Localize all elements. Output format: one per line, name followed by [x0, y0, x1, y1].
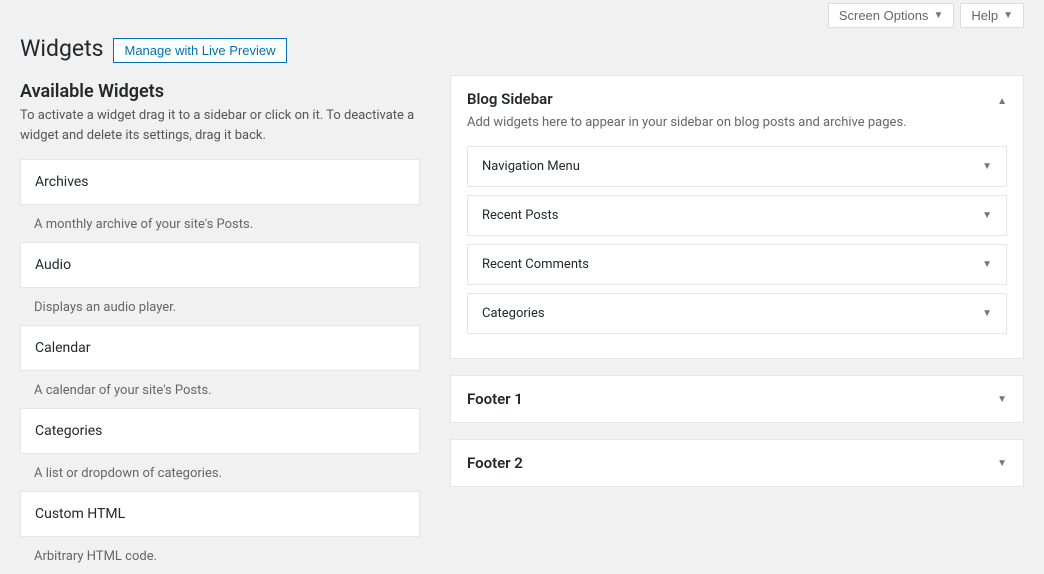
chevron-down-icon: ▼ — [982, 161, 992, 172]
help-label: Help — [971, 8, 998, 23]
available-widget-categories[interactable]: Categories — [20, 408, 420, 454]
chevron-down-icon: ▼ — [933, 10, 943, 21]
help-button[interactable]: Help ▼ — [960, 3, 1024, 28]
placed-widget-label: Recent Comments — [482, 257, 589, 272]
available-widget-audio[interactable]: Audio — [20, 242, 420, 288]
chevron-down-icon: ▼ — [997, 458, 1007, 469]
chevron-down-icon: ▼ — [982, 210, 992, 221]
widget-area-title: Blog Sidebar — [467, 90, 553, 108]
chevron-up-icon: ▲ — [997, 96, 1007, 107]
widget-name: Audio — [35, 257, 71, 273]
widget-name: Calendar — [35, 340, 91, 356]
screen-options-label: Screen Options — [839, 8, 929, 23]
placed-widget-label: Categories — [482, 306, 545, 321]
widget-areas-column: Blog Sidebar ▲ Add widgets here to appea… — [450, 75, 1024, 574]
widget-area-title: Footer 2 — [467, 454, 523, 472]
available-widgets-title: Available Widgets — [20, 81, 420, 102]
manage-live-preview-button[interactable]: Manage with Live Preview — [113, 38, 286, 63]
available-widget-calendar[interactable]: Calendar — [20, 325, 420, 371]
chevron-down-icon: ▼ — [997, 394, 1007, 405]
page-header: Widgets Manage with Live Preview — [20, 34, 1024, 63]
widget-area-header[interactable]: Blog Sidebar ▲ — [467, 88, 1007, 114]
widget-area-footer-1[interactable]: Footer 1 ▼ — [450, 375, 1024, 423]
placed-widget-recent-posts[interactable]: Recent Posts ▼ — [467, 195, 1007, 236]
screen-options-button[interactable]: Screen Options ▼ — [828, 3, 955, 28]
widget-desc: A calendar of your site's Posts. — [20, 371, 420, 408]
available-widget-custom-html[interactable]: Custom HTML — [20, 491, 420, 537]
placed-widget-navigation-menu[interactable]: Navigation Menu ▼ — [467, 146, 1007, 187]
widget-name: Custom HTML — [35, 506, 125, 522]
widget-area-title: Footer 1 — [467, 390, 523, 408]
widget-area-blog-sidebar: Blog Sidebar ▲ Add widgets here to appea… — [450, 75, 1024, 359]
widget-area-desc: Add widgets here to appear in your sideb… — [467, 114, 1007, 132]
placed-widget-categories[interactable]: Categories ▼ — [467, 293, 1007, 334]
widget-desc: Displays an audio player. — [20, 288, 420, 325]
available-widgets-subtitle: To activate a widget drag it to a sideba… — [20, 106, 420, 145]
available-widgets-column: Available Widgets To activate a widget d… — [20, 75, 420, 574]
chevron-down-icon: ▼ — [982, 259, 992, 270]
widget-area-footer-2[interactable]: Footer 2 ▼ — [450, 439, 1024, 487]
widget-name: Categories — [35, 423, 102, 439]
placed-widget-label: Navigation Menu — [482, 159, 580, 174]
widget-desc: Arbitrary HTML code. — [20, 537, 420, 574]
chevron-down-icon: ▼ — [1003, 10, 1013, 21]
page-title: Widgets — [20, 35, 103, 62]
placed-widget-recent-comments[interactable]: Recent Comments ▼ — [467, 244, 1007, 285]
chevron-down-icon: ▼ — [982, 308, 992, 319]
top-bar: Screen Options ▼ Help ▼ — [20, 0, 1024, 28]
placed-widget-label: Recent Posts — [482, 208, 558, 223]
widget-desc: A monthly archive of your site's Posts. — [20, 205, 420, 242]
available-widget-archives[interactable]: Archives — [20, 159, 420, 205]
widget-desc: A list or dropdown of categories. — [20, 454, 420, 491]
widget-name: Archives — [35, 174, 89, 190]
